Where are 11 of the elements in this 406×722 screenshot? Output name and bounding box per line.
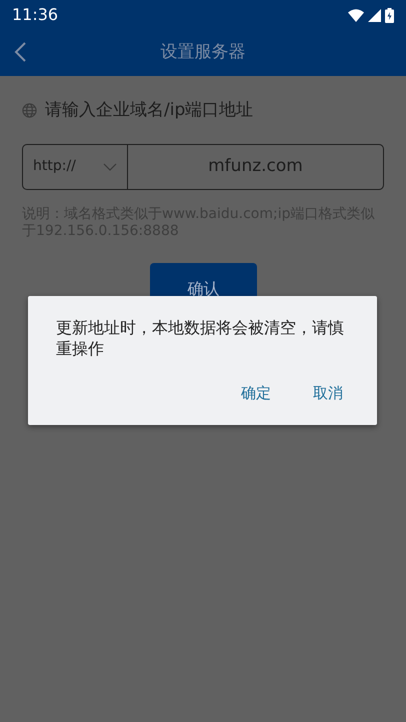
page-title: 设置服务器: [160, 41, 246, 64]
battery-icon: [385, 8, 394, 22]
field-label: 请输入企业域名/ip端口地址: [45, 99, 254, 122]
dialog-message: 更新地址时，本地数据将会被清空，请慎重操作: [56, 318, 345, 360]
signal-icon: [368, 8, 381, 22]
dialog-button[interactable]: 确定: [241, 382, 271, 404]
globe-icon: [22, 103, 37, 118]
back-icon[interactable]: [14, 42, 26, 62]
wifi-icon: [348, 8, 364, 22]
dialog-button[interactable]: 取消: [313, 382, 343, 404]
status-time: 11:36: [12, 4, 58, 26]
